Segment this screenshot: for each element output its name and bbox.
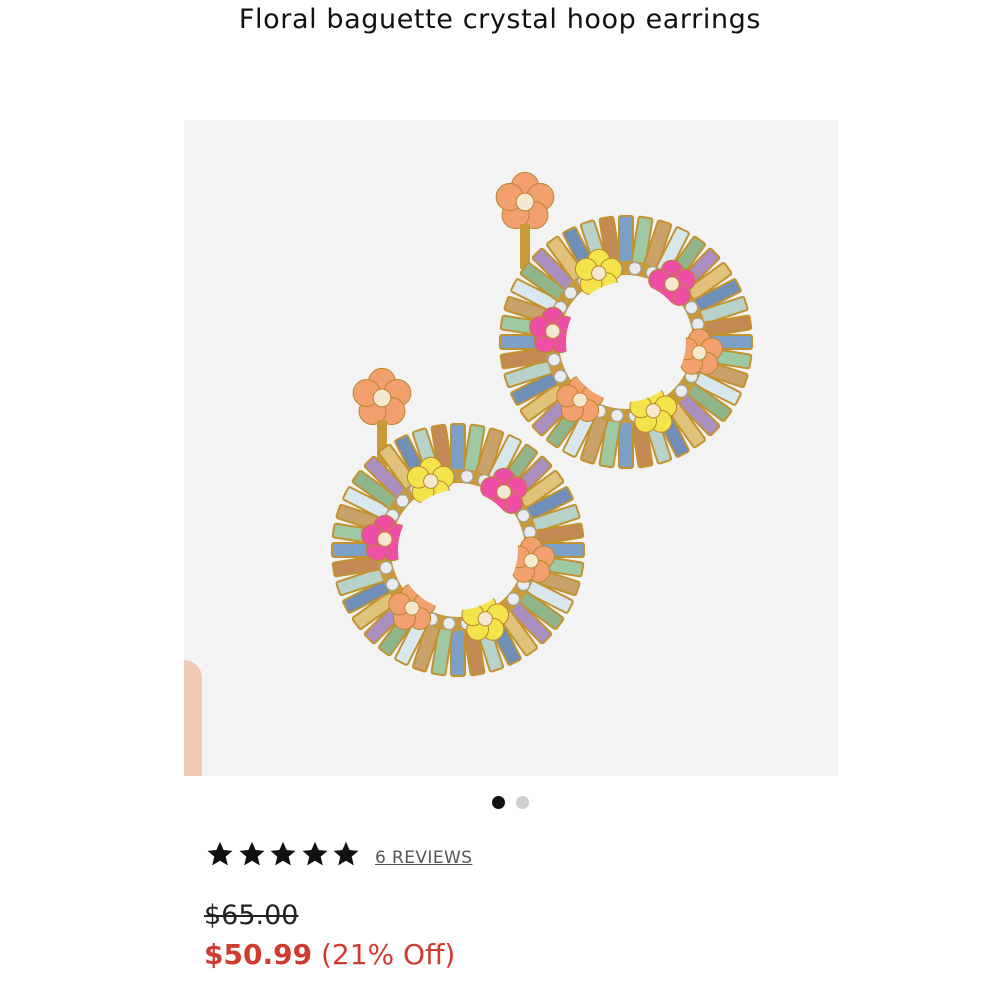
star-icon [270,841,296,866]
earring-right [495,171,753,469]
sale-price: $50.99 [204,938,313,971]
product-title: Floral baguette crystal hoop earrings [238,4,762,35]
product-image[interactable] [184,120,838,776]
star-icon [239,841,264,866]
original-price: $65.00 [204,900,299,931]
gallery-pagination [0,796,1000,810]
gallery-dot-1[interactable] [492,796,505,809]
earrings-illustration [331,171,753,677]
sale-price-row: $50.99 (21% Off) [204,938,455,971]
star-icon [302,841,327,866]
star-icon [207,841,233,866]
discount-label: (21% Off) [320,938,456,971]
gallery-dot-2[interactable] [516,796,529,809]
reviews-link[interactable]: 6 REVIEWS [375,848,472,868]
star-icon [333,841,359,866]
star-rating [206,840,362,872]
